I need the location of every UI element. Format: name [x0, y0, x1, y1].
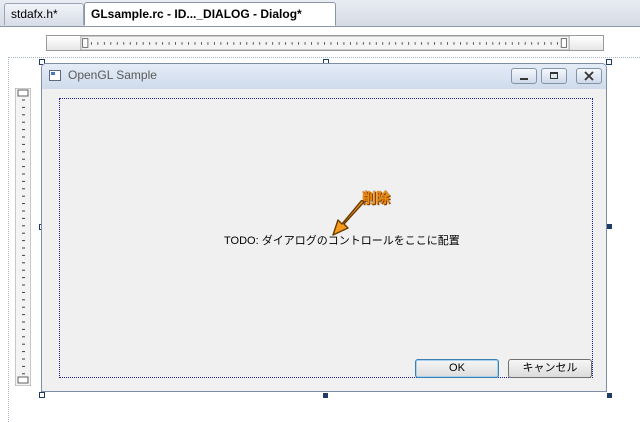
- dialog-window[interactable]: OpenGL Sample TODO: ダイアログのコントロールをここに配置 O…: [41, 63, 607, 392]
- resize-handle[interactable]: [39, 392, 45, 398]
- maximize-icon: [550, 72, 558, 79]
- horizontal-ruler[interactable]: [46, 35, 604, 51]
- dialog-title: OpenGL Sample: [68, 68, 157, 82]
- window-icon: [49, 70, 61, 81]
- minimize-button[interactable]: [511, 68, 537, 84]
- resize-handle[interactable]: [607, 224, 612, 229]
- ok-button[interactable]: OK: [415, 359, 499, 378]
- maximize-button[interactable]: [541, 68, 567, 84]
- document-tab-strip: stdafx.h* GLsample.rc - ID..._DIALOG - D…: [0, 0, 640, 27]
- resize-handle[interactable]: [606, 59, 612, 65]
- close-icon: [584, 71, 594, 81]
- minimize-icon: [520, 78, 528, 80]
- close-button[interactable]: [576, 68, 602, 84]
- annotation-arrow-icon: [332, 200, 365, 236]
- tab-stdafx-h[interactable]: stdafx.h*: [4, 3, 84, 25]
- dialog-titlebar[interactable]: OpenGL Sample: [42, 64, 606, 89]
- resize-handle[interactable]: [323, 393, 328, 398]
- cancel-button[interactable]: キャンセル: [508, 359, 592, 378]
- tab-glsample-rc-dialog[interactable]: GLsample.rc - ID..._DIALOG - Dialog*: [84, 2, 336, 26]
- resize-handle[interactable]: [607, 393, 612, 398]
- margin-guide-vertical: [8, 57, 10, 422]
- vertical-ruler[interactable]: [15, 88, 31, 386]
